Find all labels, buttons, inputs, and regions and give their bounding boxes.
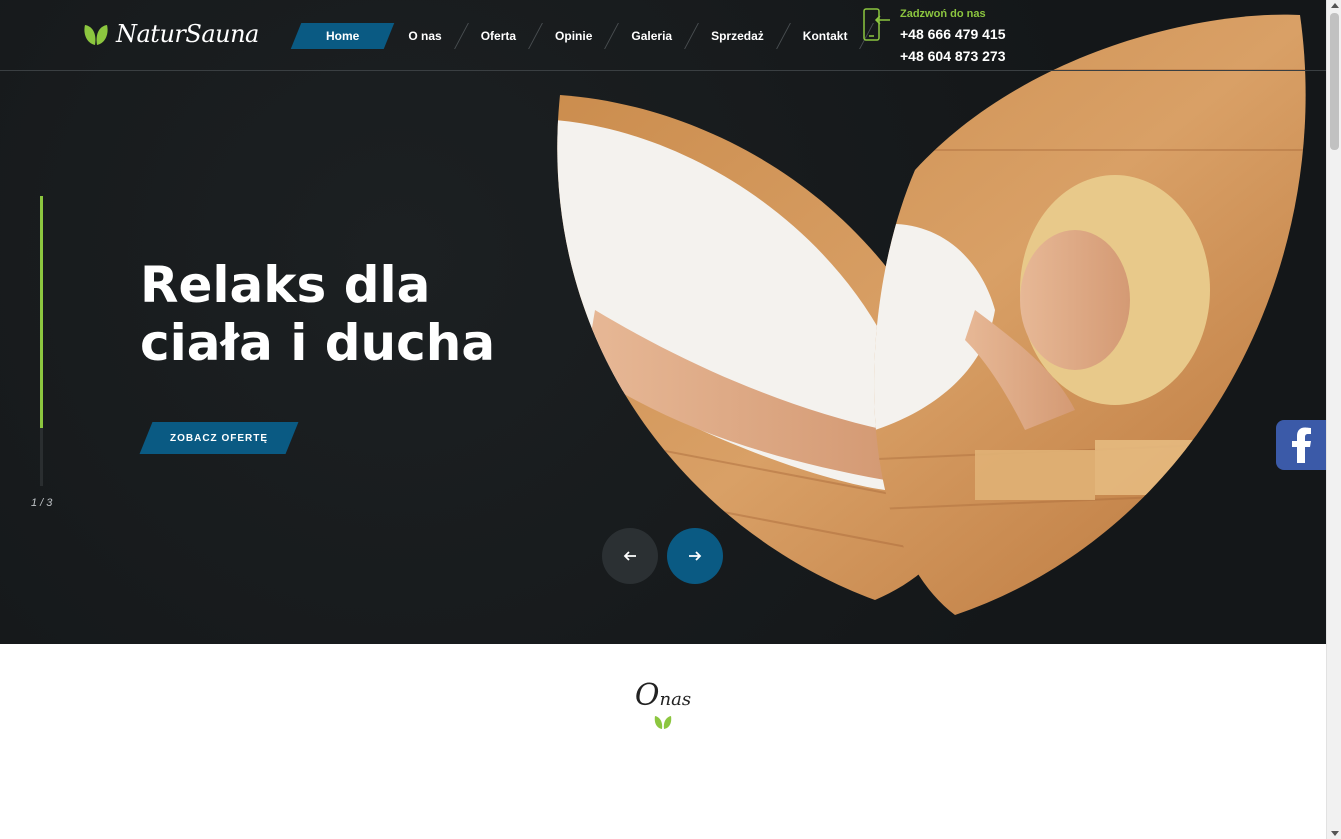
nav-item-oferta[interactable]: Oferta <box>462 23 535 49</box>
phone-label: Zadzwoń do nas <box>900 8 986 20</box>
see-offer-button[interactable]: ZOBACZ OFERTĘ <box>146 422 292 454</box>
about-section: Onas <box>0 644 1326 839</box>
leaf-icon <box>654 716 672 729</box>
phone-number-1[interactable]: +48 666 479 415 <box>900 23 1006 45</box>
scroll-down-icon[interactable] <box>1331 831 1339 836</box>
hero-title-line2: ciała i ducha <box>140 314 496 372</box>
nav-label: Oferta <box>480 29 517 43</box>
nav-label: Sprzedaż <box>711 29 764 43</box>
scroll-up-icon[interactable] <box>1331 3 1339 8</box>
nav-item-o-nas[interactable]: O nas <box>389 23 460 49</box>
scroll-thumb[interactable] <box>1330 13 1339 150</box>
slide-counter: 1 / 3 <box>31 497 53 509</box>
slide-progress <box>40 196 43 486</box>
facebook-icon <box>1292 427 1311 463</box>
slide-progress-fill <box>40 196 43 428</box>
hero-title: Relaks dla ciała i ducha <box>140 256 560 372</box>
brand-name: NaturSauna <box>116 20 259 48</box>
phone-number-2[interactable]: +48 604 873 273 <box>900 45 1006 67</box>
nav-label: Kontakt <box>802 29 848 43</box>
hero-image-leaf <box>557 14 1306 615</box>
hero-slider: NaturSauna Home O nas Oferta Opinie Gale… <box>0 0 1326 644</box>
nav-item-home[interactable]: Home <box>296 23 389 49</box>
about-title: Onas <box>0 678 1326 713</box>
phone-icon <box>863 8 890 41</box>
slider-next-button[interactable] <box>667 528 723 584</box>
hero-title-line1: Relaks dla <box>140 256 431 314</box>
nav-label: Opinie <box>555 29 593 43</box>
site-header: NaturSauna Home O nas Oferta Opinie Gale… <box>0 0 1326 71</box>
nav-label: Home <box>326 29 360 43</box>
nav-label: O nas <box>408 29 442 43</box>
see-offer-label: ZOBACZ OFERTĘ <box>170 432 268 444</box>
nav-item-sprzedaz[interactable]: Sprzedaż <box>692 23 783 49</box>
about-title-small: nas <box>659 689 692 710</box>
page: NaturSauna Home O nas Oferta Opinie Gale… <box>0 0 1341 839</box>
contact-phone: Zadzwoń do nas +48 666 479 415 +48 604 8… <box>862 8 1006 67</box>
phone-text: Zadzwoń do nas +48 666 479 415 +48 604 8… <box>900 8 1006 67</box>
logo[interactable]: NaturSauna <box>82 20 259 48</box>
arrow-left-icon <box>623 551 636 561</box>
nav-item-kontakt[interactable]: Kontakt <box>784 23 867 49</box>
page-scrollbar[interactable] <box>1326 0 1341 839</box>
facebook-button[interactable] <box>1276 420 1326 470</box>
about-title-big: O <box>634 678 660 713</box>
leaf-icon <box>84 25 108 45</box>
nav-item-opinie[interactable]: Opinie <box>536 23 611 49</box>
slider-prev-button[interactable] <box>602 528 658 584</box>
nav-item-galeria[interactable]: Galeria <box>612 23 691 49</box>
main-nav: Home O nas Oferta Opinie Galeria Sprzeda… <box>296 23 875 49</box>
arrow-right-icon <box>689 551 702 561</box>
nav-label: Galeria <box>631 29 673 43</box>
